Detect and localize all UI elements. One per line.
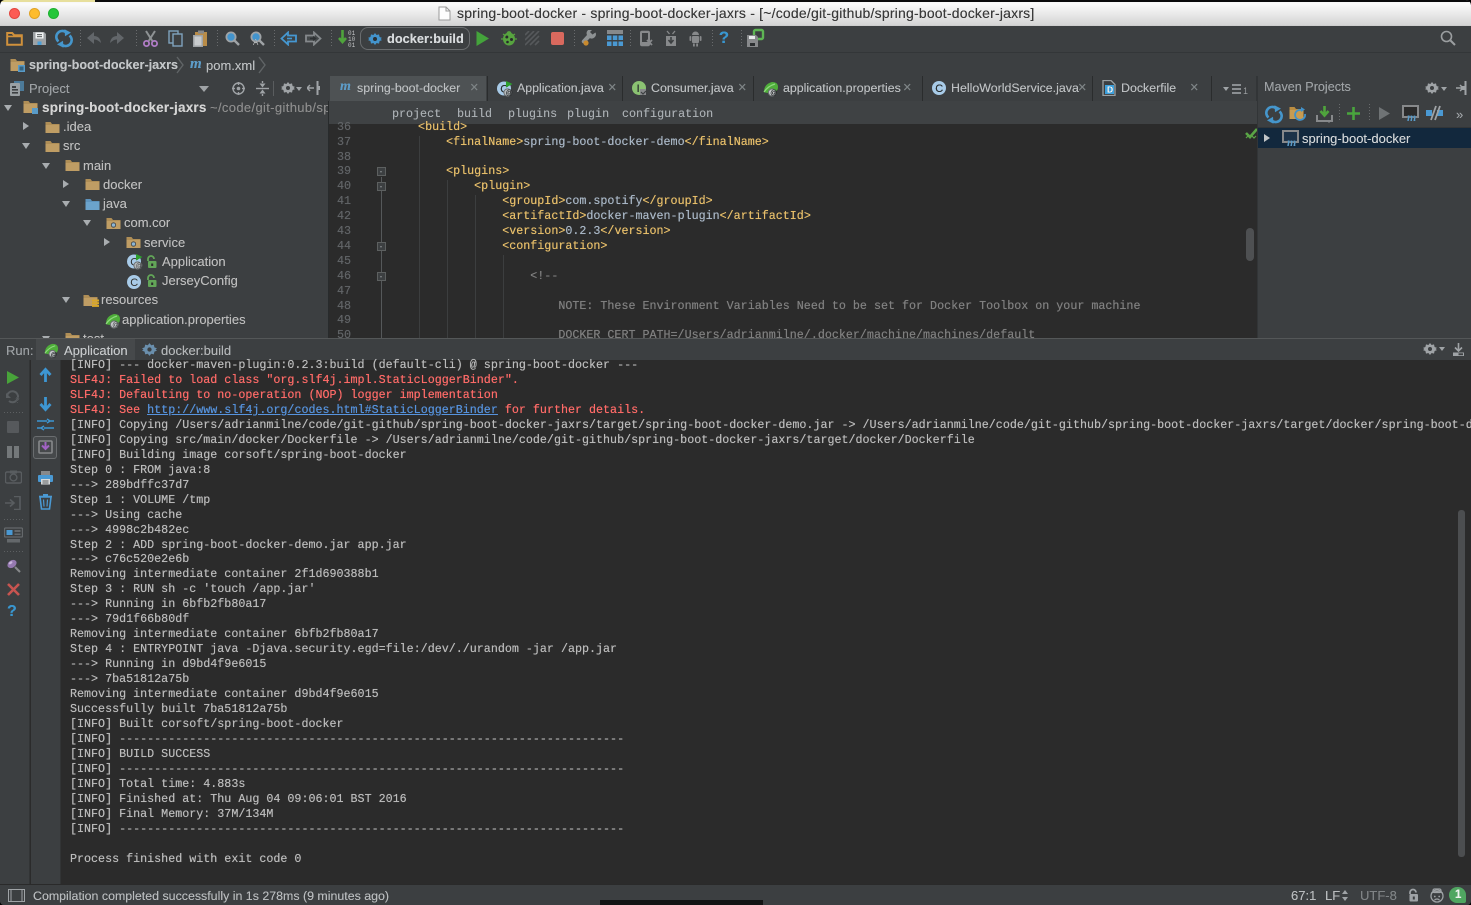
svg-text:1: 1 [1243, 86, 1248, 95]
svg-text:I: I [637, 83, 640, 95]
svg-text:C: C [935, 83, 943, 95]
svg-text:@: @ [51, 351, 58, 358]
svg-text:@: @ [112, 322, 119, 329]
svg-text:@: @ [136, 263, 143, 270]
svg-text:?: ? [15, 396, 20, 405]
svg-text:@: @ [770, 90, 777, 97]
svg-text:@: @ [506, 90, 513, 97]
svg-text:m: m [1287, 135, 1296, 147]
svg-text:A: A [253, 38, 259, 47]
svg-text:C: C [130, 277, 138, 289]
svg-text:01: 01 [348, 42, 356, 48]
svg-text:D: D [1107, 85, 1113, 95]
svg-text:m: m [1407, 110, 1416, 122]
